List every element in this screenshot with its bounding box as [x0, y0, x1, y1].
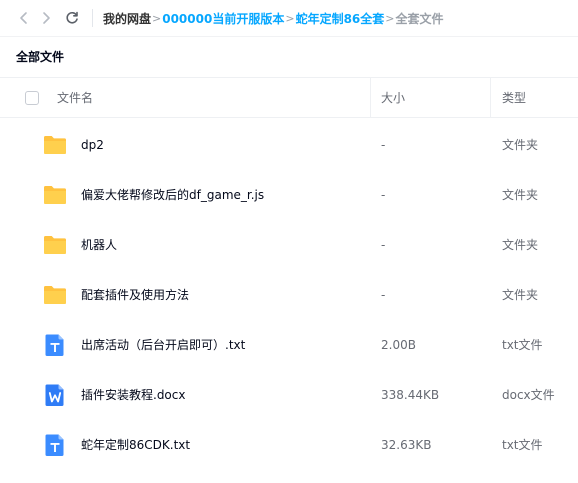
file-type: 文件夹: [502, 138, 539, 152]
back-button[interactable]: [14, 8, 34, 28]
breadcrumb-separator: >: [385, 11, 395, 25]
folder-icon: [44, 136, 66, 154]
breadcrumb-separator: >: [285, 11, 295, 25]
file-size: -: [381, 288, 386, 302]
file-type: txt文件: [502, 438, 543, 452]
breadcrumb-root[interactable]: 我的网盘: [103, 10, 151, 27]
file-type: 文件夹: [502, 288, 539, 302]
file-type: 文件夹: [502, 238, 539, 252]
docx-file-icon: [45, 384, 64, 406]
select-all-checkbox[interactable]: [25, 91, 39, 105]
column-header-size[interactable]: 大小: [381, 78, 405, 118]
table-row[interactable]: 机器人 - 文件夹: [0, 220, 578, 270]
table-row[interactable]: 插件安装教程.docx 338.44KB docx文件: [0, 370, 578, 420]
file-size: 338.44KB: [381, 388, 440, 402]
file-name[interactable]: 机器人: [81, 220, 117, 270]
toolbar-divider: [92, 9, 93, 27]
column-divider[interactable]: [490, 78, 491, 118]
chevron-right-icon: [43, 12, 50, 24]
file-size: 2.00B: [381, 338, 416, 352]
breadcrumb-current: 全套文件: [395, 11, 444, 26]
column-divider[interactable]: [370, 78, 371, 118]
file-table: 文件名 大小 类型 dp2 - 文件夹 偏爱大佬帮修改后的df_game_r.j…: [0, 77, 578, 470]
file-name[interactable]: 蛇年定制86CDK.txt: [81, 420, 190, 470]
refresh-button[interactable]: [62, 8, 82, 28]
file-type: txt文件: [502, 338, 543, 352]
top-toolbar: 我的网盘 > 000000当前开服版本 > 蛇年定制86全套 > 全套文件: [0, 0, 578, 36]
txt-file-icon: [45, 334, 64, 356]
file-size: -: [381, 188, 386, 202]
refresh-icon: [66, 11, 78, 24]
column-header-type[interactable]: 类型: [502, 78, 526, 118]
file-type: docx文件: [502, 388, 555, 402]
file-name[interactable]: 偏爱大佬帮修改后的df_game_r.js: [81, 170, 264, 220]
file-name[interactable]: dp2: [81, 120, 104, 170]
forward-button[interactable]: [36, 8, 56, 28]
column-header-name[interactable]: 文件名: [57, 78, 93, 118]
table-row[interactable]: 出席活动（后台开启即可）.txt 2.00B txt文件: [0, 320, 578, 370]
table-row[interactable]: 偏爱大佬帮修改后的df_game_r.js - 文件夹: [0, 170, 578, 220]
folder-icon: [44, 236, 66, 254]
breadcrumb-item-set[interactable]: 蛇年定制86全套: [296, 10, 385, 27]
file-size: -: [381, 138, 386, 152]
file-name[interactable]: 插件安装教程.docx: [81, 370, 185, 420]
section-title: 全部文件: [16, 50, 65, 64]
folder-icon: [44, 186, 66, 204]
breadcrumb: 我的网盘 > 000000当前开服版本 > 蛇年定制86全套 > 全套文件: [103, 0, 444, 36]
txt-file-icon: [45, 434, 64, 456]
header-divider: [0, 36, 578, 37]
table-header: 文件名 大小 类型: [0, 77, 578, 118]
breadcrumb-separator: >: [152, 11, 162, 25]
file-size: -: [381, 238, 386, 252]
table-row[interactable]: 配套插件及使用方法 - 文件夹: [0, 270, 578, 320]
table-row[interactable]: 蛇年定制86CDK.txt 32.63KB txt文件: [0, 420, 578, 470]
file-size: 32.63KB: [381, 438, 432, 452]
breadcrumb-item-version[interactable]: 000000当前开服版本: [162, 10, 284, 27]
file-type: 文件夹: [502, 188, 539, 202]
chevron-left-icon: [20, 12, 27, 24]
file-name[interactable]: 配套插件及使用方法: [81, 270, 189, 320]
table-row[interactable]: dp2 - 文件夹: [0, 120, 578, 170]
file-name[interactable]: 出席活动（后台开启即可）.txt: [81, 320, 245, 370]
folder-icon: [44, 286, 66, 304]
